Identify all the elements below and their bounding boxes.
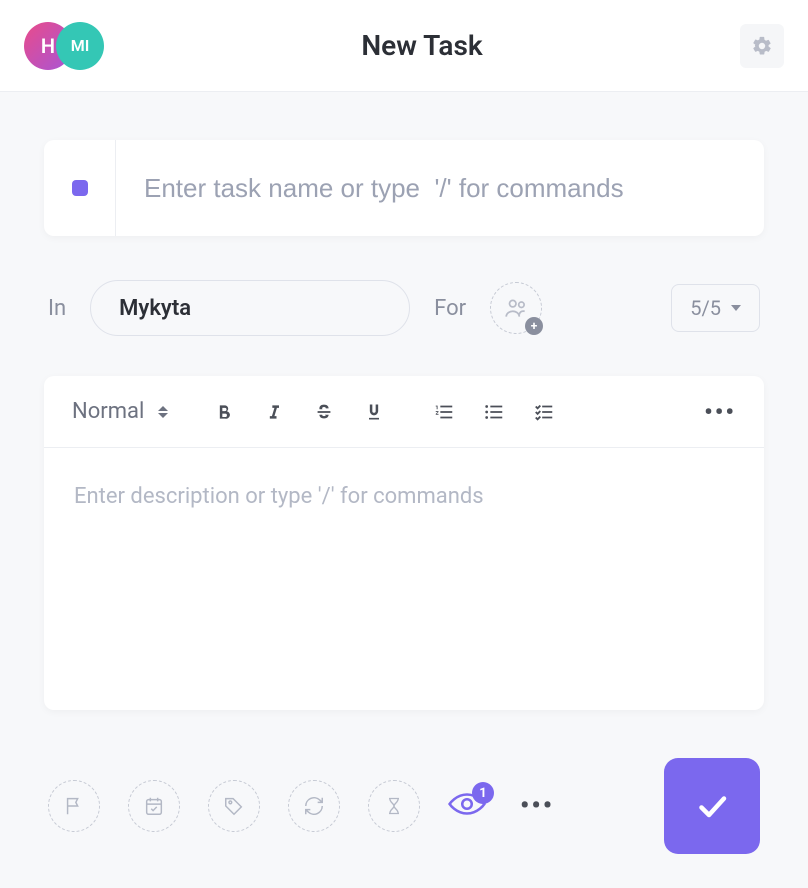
strikethrough-icon <box>313 401 335 423</box>
description-input[interactable]: Enter description or type '/' for comman… <box>44 448 764 545</box>
sort-icon <box>158 406 168 418</box>
flag-button[interactable] <box>48 780 100 832</box>
task-name-card <box>44 140 764 236</box>
in-label: In <box>48 296 66 321</box>
hourglass-icon <box>384 795 404 817</box>
settings-button[interactable] <box>740 24 784 68</box>
people-icon <box>503 295 529 321</box>
description-card: Normal ••• Enter description or type '/'… <box>44 376 764 710</box>
editor-toolbar: Normal ••• <box>44 376 764 448</box>
underline-icon <box>364 402 384 422</box>
footer-actions: 1 ••• <box>44 758 764 854</box>
format-selector[interactable]: Normal <box>72 399 168 424</box>
tag-button[interactable] <box>208 780 260 832</box>
loop-icon <box>303 795 325 817</box>
avatar-group: H MI <box>24 22 104 70</box>
status-selector[interactable] <box>44 140 116 236</box>
checklist-button[interactable] <box>530 401 558 423</box>
bold-button[interactable] <box>210 401 238 423</box>
plus-badge-icon: + <box>525 317 543 335</box>
priority-value: 5/5 <box>690 296 721 320</box>
priority-selector[interactable]: 5/5 <box>671 284 760 332</box>
checklist-icon <box>533 401 555 423</box>
tag-icon <box>223 795 245 817</box>
header: H MI New Task <box>0 0 808 92</box>
gear-icon <box>751 35 773 57</box>
italic-icon <box>264 402 284 422</box>
underline-button[interactable] <box>360 401 388 423</box>
assignee-add-button[interactable]: + <box>490 282 542 334</box>
ordered-list-icon <box>433 401 455 423</box>
estimate-button[interactable] <box>368 780 420 832</box>
status-square-icon <box>72 180 88 196</box>
create-task-button[interactable] <box>664 758 760 854</box>
recurring-button[interactable] <box>288 780 340 832</box>
toolbar-more-button[interactable]: ••• <box>704 398 736 426</box>
bullet-list-icon <box>483 401 505 423</box>
bullet-list-button[interactable] <box>480 401 508 423</box>
date-button[interactable] <box>128 780 180 832</box>
chevron-down-icon <box>731 305 741 311</box>
check-icon <box>694 788 730 824</box>
calendar-icon <box>143 795 165 817</box>
for-label: For <box>434 296 466 321</box>
meta-row: In Mykyta For + 5/5 <box>44 280 764 336</box>
bold-icon <box>214 402 234 422</box>
ordered-list-button[interactable] <box>430 401 458 423</box>
list-name: Mykyta <box>119 296 191 321</box>
flag-icon <box>63 795 85 817</box>
watchers-button[interactable]: 1 <box>448 790 486 822</box>
format-label: Normal <box>72 399 144 424</box>
avatar-user[interactable]: MI <box>56 22 104 70</box>
list-selector[interactable]: Mykyta <box>90 280 410 336</box>
page-title: New Task <box>361 29 482 62</box>
watchers-badge: 1 <box>472 782 494 804</box>
footer-more-button[interactable]: ••• <box>520 791 554 821</box>
task-name-input[interactable] <box>116 140 764 236</box>
strikethrough-button[interactable] <box>310 401 338 423</box>
italic-button[interactable] <box>260 401 288 423</box>
